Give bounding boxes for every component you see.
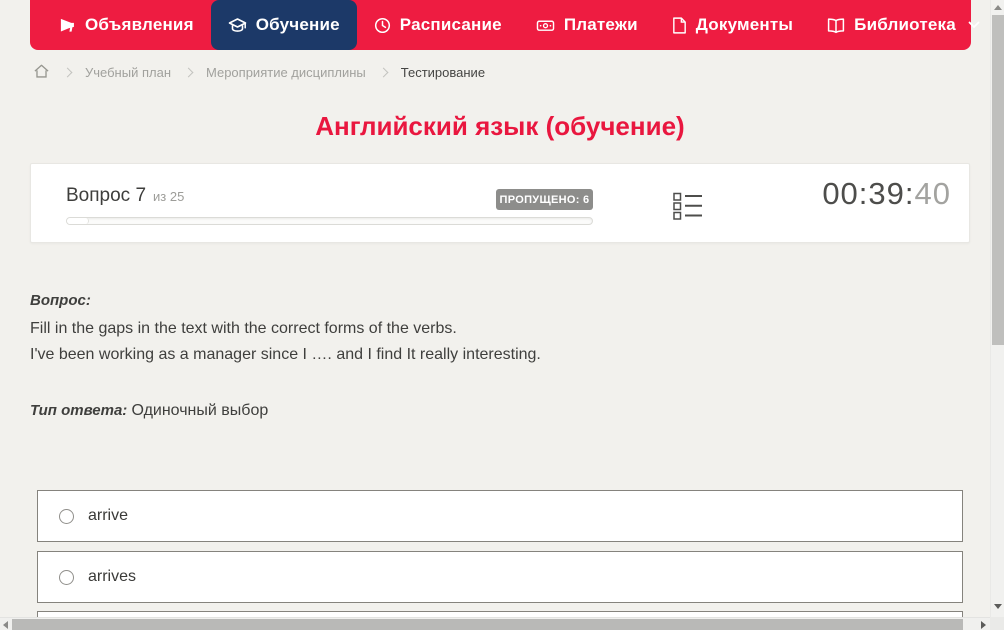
timer-minutes: 00:39: (822, 176, 914, 211)
horizontal-scrollbar[interactable] (0, 617, 990, 630)
radio-button[interactable] (59, 570, 74, 585)
breadcrumb: Учебный план Мероприятие дисциплины Тест… (33, 62, 485, 83)
scroll-right-icon[interactable] (981, 621, 986, 629)
scroll-up-icon[interactable] (994, 5, 1002, 10)
nav-item-announcements[interactable]: Объявления (42, 0, 211, 50)
answer-option-arrive[interactable]: arrive (37, 490, 963, 542)
horizontal-scrollbar-thumb[interactable] (12, 619, 963, 630)
question-list-button[interactable] (671, 191, 705, 225)
nav-item-label: Обучение (256, 15, 340, 35)
breadcrumb-discipline-event[interactable]: Мероприятие дисциплины (206, 65, 366, 80)
option-label: arrive (88, 507, 128, 525)
question-number: Вопрос 7 (66, 185, 146, 207)
answer-type-label: Тип ответа: (30, 402, 127, 419)
scroll-left-icon[interactable] (3, 621, 8, 629)
scroll-down-icon[interactable] (994, 604, 1002, 609)
nav-item-label: Расписание (400, 15, 502, 35)
vertical-scrollbar-thumb[interactable] (992, 15, 1004, 345)
question-label: Вопрос: (30, 292, 940, 309)
answer-option-arrives[interactable]: arrives (37, 551, 963, 603)
question-progress-bar (66, 217, 593, 225)
nav-item-label: Библиотека (854, 15, 956, 35)
option-label: arrives (88, 568, 136, 586)
answer-type-row: Тип ответа: Одиночный выбор (30, 402, 940, 420)
breadcrumb-separator-icon (378, 68, 388, 78)
question-total: из 25 (153, 189, 184, 204)
nav-item-schedule[interactable]: Расписание (357, 0, 519, 50)
answer-type-value: Одиночный выбор (131, 402, 268, 419)
document-icon (672, 17, 687, 34)
nav-item-learning[interactable]: Обучение (211, 0, 357, 50)
scrollbar-corner (990, 617, 1004, 630)
countdown-timer: 00:39:40 (822, 176, 951, 212)
answer-options: arrive arrives (37, 490, 963, 630)
banknote-icon (536, 17, 555, 34)
question-list-icon (673, 191, 703, 226)
page-title: Английский язык (обучение) (30, 111, 970, 142)
breadcrumb-curriculum[interactable]: Учебный план (85, 65, 171, 80)
question-progress-fill (67, 218, 89, 224)
question-counter: Вопрос 7 из 25 (66, 185, 184, 207)
nav-item-label: Объявления (85, 15, 194, 35)
book-icon (827, 17, 845, 34)
timer-seconds: 40 (915, 176, 951, 211)
breadcrumb-testing-current: Тестирование (401, 65, 485, 80)
clock-icon (374, 17, 391, 34)
question-body: Вопрос: Fill in the gaps in the text wit… (30, 292, 940, 420)
top-navigation: Объявления Обучение Расписание Платежи Д… (30, 0, 971, 50)
home-icon[interactable] (33, 63, 50, 82)
chevron-down-icon (968, 21, 980, 29)
nav-item-payments[interactable]: Платежи (519, 0, 655, 50)
nav-item-label: Документы (696, 15, 793, 35)
question-header-panel: Вопрос 7 из 25 ПРОПУЩЕНО: 6 00:39:40 (30, 163, 970, 243)
breadcrumb-separator-icon (184, 68, 194, 78)
vertical-scrollbar[interactable] (990, 0, 1004, 617)
nav-item-library[interactable]: Библиотека (810, 0, 997, 50)
skipped-badge: ПРОПУЩЕНО: 6 (496, 189, 593, 210)
question-text-line: Fill in the gaps in the text with the co… (30, 316, 940, 342)
question-text-line: I've been working as a manager since I …… (30, 342, 940, 368)
radio-button[interactable] (59, 509, 74, 524)
megaphone-icon (59, 17, 76, 34)
nav-item-documents[interactable]: Документы (655, 0, 810, 50)
graduation-cap-icon (228, 17, 247, 34)
breadcrumb-separator-icon (63, 68, 73, 78)
nav-item-label: Платежи (564, 15, 638, 35)
